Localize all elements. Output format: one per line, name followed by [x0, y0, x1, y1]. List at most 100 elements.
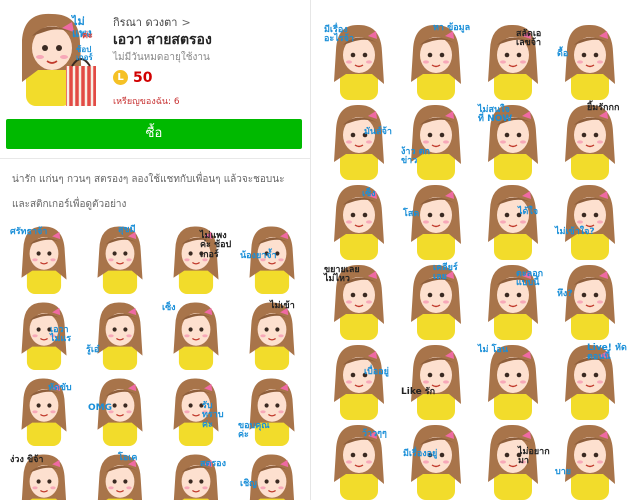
sticker-left-2[interactable]: สุขมี	[84, 222, 156, 294]
description-line-1: น่ารัก แก่นๆ กวนๆ สตรองๆ ลองใช้แชทกับเพื…	[12, 174, 285, 185]
sticker-caption: ไม่เข้า	[270, 301, 295, 311]
sticker-caption: ไม่เข้าใจ?	[555, 227, 595, 237]
sticker-caption: สลัดเอ เลขจ้า	[516, 29, 542, 49]
description-line-2: และสติกเกอร์เพื่อดูตัวอย่าง	[12, 199, 127, 210]
chevron-right-icon: >	[181, 16, 191, 29]
sticker-right-16[interactable]: หึง?	[553, 260, 627, 340]
sticker-right-14[interactable]: เคลียร์ เลย	[399, 260, 473, 340]
sticker-girl-icon	[173, 454, 219, 500]
sticker-caption: เบื่ออยู่	[364, 367, 389, 377]
sticker-girl-icon	[97, 302, 143, 370]
sticker-caption: เซ็ง	[162, 303, 176, 313]
sticker-left-11[interactable]: รับทราบค่ะ	[160, 374, 232, 446]
sticker-caption: น้องยาจ้ำ	[240, 251, 277, 261]
sticker-left-1[interactable]: ศรัทธาจ้า	[8, 222, 80, 294]
sticker-right-9[interactable]: เซ็ง	[322, 180, 396, 260]
sticker-girl-icon	[334, 104, 384, 180]
sticker-right-13[interactable]: ขยายเลยไม่ไหว	[322, 260, 396, 340]
sticker-left-15[interactable]: สตรอง	[160, 450, 232, 500]
sticker-girl-icon	[249, 454, 295, 500]
sticker-caption: เซ็ง	[362, 189, 376, 199]
sticker-right-21[interactable]: ว้าวๆๆ	[322, 420, 396, 500]
sticker-right-15[interactable]: ตะลอก แบบนี้	[476, 260, 550, 340]
sticker-pack-title: เอวา สายสตรอง	[113, 32, 212, 48]
sticker-left-4[interactable]: น้องยาจ้ำ	[236, 222, 308, 294]
sticker-caption: ขอบคุณค่ะ	[238, 421, 270, 441]
sticker-caption: Like รัก	[401, 387, 436, 397]
sticker-caption: มีเรื่องอยู่	[403, 449, 438, 459]
sticker-left-7[interactable]: เซ็ง	[160, 298, 232, 370]
sticker-caption: Live! หัด ตอนนี้	[587, 343, 627, 363]
sticker-right-5[interactable]: มันส์จ้า	[322, 100, 396, 180]
sticker-caption: ขยายเลยไม่ไหว	[324, 265, 360, 285]
sticker-caption: ไม่ โอน	[478, 345, 508, 355]
sticker-caption: เชิญ	[240, 479, 257, 489]
sticker-right-11[interactable]: ได้ใจ	[476, 180, 550, 260]
sticker-right-4[interactable]: ดื้อ	[553, 20, 627, 100]
sticker-caption: OMG	[88, 403, 112, 413]
sticker-left-10[interactable]: OMG	[84, 374, 156, 446]
thumb-caption-3: ช้อปเกอร์	[76, 45, 93, 63]
sticker-caption: ได้ใจ	[518, 207, 539, 217]
sticker-right-2[interactable]: หา ข้อมูล	[399, 20, 473, 100]
sticker-right-17[interactable]: เบื่ออยู่	[322, 340, 396, 420]
sticker-girl-icon	[411, 104, 461, 180]
sticker-left-9[interactable]: หัดขับ	[8, 374, 80, 446]
sticker-caption: รู้เอ๋	[86, 345, 100, 355]
sticker-left-6[interactable]: รู้เอ๋	[84, 298, 156, 370]
pane-divider	[310, 0, 311, 500]
sticker-right-8[interactable]: ยิ้มรักกก	[553, 100, 627, 180]
sticker-girl-icon	[411, 184, 461, 260]
sticker-girl-icon	[334, 344, 384, 420]
sticker-caption: เอวา ไม่แร	[50, 325, 72, 345]
sticker-right-22[interactable]: มีเรื่องอยู่	[399, 420, 473, 500]
line-coin-icon: L	[113, 70, 128, 85]
sticker-left-13[interactable]: ง่วง ขิจ้า	[8, 450, 80, 500]
sticker-caption: ยิ้มรักกก	[587, 103, 620, 113]
sticker-girl-icon	[411, 424, 461, 500]
sticker-right-1[interactable]: มีเรื่องอะไรจ้า	[322, 20, 396, 100]
sticker-girl-icon	[565, 424, 615, 500]
sticker-caption: โอเค	[118, 453, 138, 463]
sticker-pack-thumbnail: ไม่แพง ค่ะ ช้อปเกอร์	[8, 10, 104, 106]
sticker-left-5[interactable]: เอวา ไม่แร	[8, 298, 80, 370]
sticker-girl-icon	[565, 184, 615, 260]
sticker-right-24[interactable]: บาย	[553, 420, 627, 500]
sticker-left-16[interactable]: เชิญ	[236, 450, 308, 500]
sticker-left-8[interactable]: ไม่เข้า	[236, 298, 308, 370]
sticker-caption: รับทราบค่ะ	[202, 401, 224, 430]
sticker-right-18[interactable]: Like รัก	[399, 340, 473, 420]
sticker-left-3[interactable]: ไม่แพง ค่ะ ช้อปเกอร์	[160, 222, 232, 294]
section-divider	[0, 158, 310, 159]
my-coins-balance: เหรียญของฉัน: 6	[113, 97, 180, 107]
sticker-gallery-grid: มีเรื่องอะไรจ้า หา ข้อมูล สลัดเอ เลขจ้า	[322, 20, 627, 500]
validity-note: ไม่มีวันหมดอายุใช้งาน	[113, 52, 210, 63]
sticker-girl-icon	[488, 184, 538, 260]
sticker-left-14[interactable]: โอเค	[84, 450, 156, 500]
sticker-right-19[interactable]: ไม่ โอน	[476, 340, 550, 420]
sticker-right-3[interactable]: สลัดเอ เลขจ้า	[476, 20, 550, 100]
sticker-left-12[interactable]: ขอบคุณค่ะ	[236, 374, 308, 446]
sticker-preview-grid: ศรัทธาจ้า สุขมี ไม่แพง ค่ะ ช้อปเกอร์ น้อ…	[8, 222, 308, 500]
price: 50	[133, 70, 153, 86]
sticker-caption: เคลียร์ เลย	[433, 263, 458, 283]
buy-button[interactable]: ซื้อ	[6, 119, 302, 149]
sticker-right-12[interactable]: ไม่เข้าใจ?	[553, 180, 627, 260]
sticker-caption: ง้าว ตก ข่าว	[401, 147, 430, 167]
sticker-right-10[interactable]: โสด	[399, 180, 473, 260]
thumb-caption-2: ค่ะ	[82, 31, 93, 41]
sticker-right-23[interactable]: ไม่อยากมา	[476, 420, 550, 500]
sticker-caption: ว้าวๆๆ	[362, 429, 387, 439]
sticker-girl-icon	[411, 344, 461, 420]
sticker-caption: หึง?	[557, 289, 573, 299]
sticker-girl-icon	[334, 184, 384, 260]
sticker-caption: มันส์จ้า	[364, 127, 392, 137]
sticker-caption: ไม่สนใจ ที่ NOW	[478, 105, 513, 125]
sticker-caption: มีเรื่องอะไรจ้า	[324, 25, 354, 45]
sticker-right-7[interactable]: ไม่สนใจ ที่ NOW	[476, 100, 550, 180]
creator-name: กิรณา ดวงตา	[113, 16, 178, 29]
sticker-right-6[interactable]: ง้าว ตก ข่าว	[399, 100, 473, 180]
sticker-caption: ดื้อ	[557, 49, 569, 59]
sticker-caption: สุขมี	[118, 225, 136, 235]
sticker-right-20[interactable]: Live! หัด ตอนนี้	[553, 340, 627, 420]
